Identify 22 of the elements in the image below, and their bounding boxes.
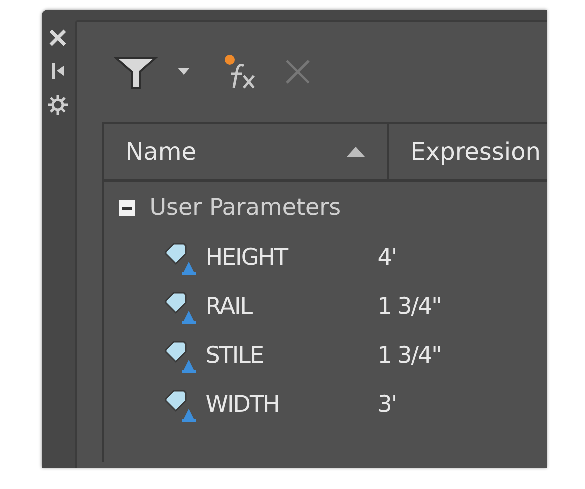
close-icon	[284, 58, 312, 86]
caret-icon	[178, 68, 190, 76]
parameter-name: RAIL	[206, 293, 254, 322]
close-icon[interactable]	[48, 28, 68, 48]
parameter-icon	[164, 388, 198, 422]
funnel-icon	[114, 54, 158, 90]
column-header[interactable]: Expression	[388, 124, 547, 179]
parameter-name: WIDTH	[206, 391, 280, 420]
parameter-name: STILE	[206, 342, 264, 372]
group-label: User Parameters	[150, 194, 342, 223]
parameter-expression: 3'	[378, 391, 397, 420]
settings-icon[interactable]	[47, 94, 70, 116]
parameter-expression: 1 3/4"	[378, 342, 442, 372]
parameter-expression: 1 3/4"	[378, 293, 442, 322]
parameter-icon	[164, 340, 198, 374]
parameter-icon	[164, 242, 198, 276]
parameter-name: HEIGHT	[206, 244, 290, 274]
column-header[interactable]: Name	[104, 124, 389, 179]
pin-icon[interactable]	[50, 62, 66, 80]
parameter-icon	[164, 290, 198, 324]
collapse-toggle[interactable]	[118, 199, 136, 217]
parameter-expression: 4'	[378, 244, 397, 274]
